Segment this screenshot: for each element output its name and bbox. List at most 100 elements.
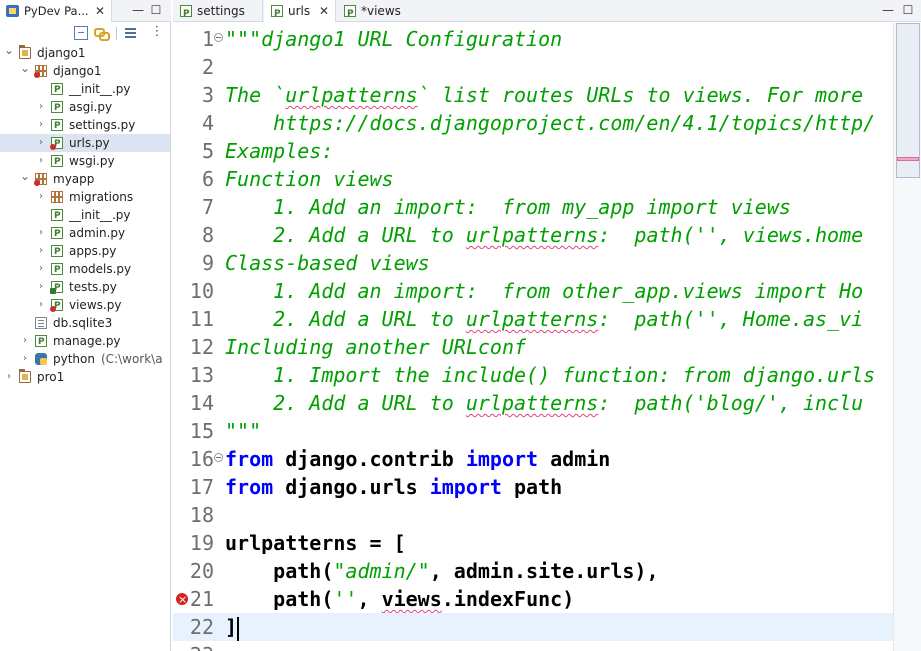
code-line[interactable]: 21 path('', views.indexFunc): [173, 585, 893, 614]
tree-item[interactable]: › views.py: [0, 296, 170, 315]
tree-item[interactable]: › urls.py: [0, 134, 170, 153]
chevron-right-icon[interactable]: ›: [20, 350, 30, 368]
code-line[interactable]: 15 """: [173, 417, 893, 445]
tree-item[interactable]: › apps.py: [0, 242, 170, 261]
chevron-right-icon[interactable]: ›: [36, 134, 46, 152]
code-line[interactable]: 18: [173, 501, 893, 529]
docstring-text: Class-based views: [225, 251, 430, 275]
code-line[interactable]: 13 1. Import the include() function: fro…: [173, 361, 893, 389]
line-number: 8: [201, 223, 214, 247]
keyword: import: [465, 447, 539, 471]
code-line[interactable]: 8 2. Add a URL to urlpatterns: path('', …: [173, 221, 893, 249]
filter-icon[interactable]: [124, 26, 138, 40]
close-icon[interactable]: ✕: [319, 0, 329, 22]
code-line[interactable]: 17 from django.urls import path: [173, 473, 893, 501]
code-line[interactable]: 10 1. Add an import: from other_app.view…: [173, 277, 893, 305]
code-editor[interactable]: 1 """django1 URL Configuration 2 3 The `urlp…: [173, 23, 921, 651]
code-line[interactable]: 23: [173, 641, 893, 651]
chevron-down-icon[interactable]: ⌄: [4, 41, 14, 59]
tree-item[interactable]: › pro1: [0, 368, 170, 386]
chevron-down-icon[interactable]: ⌄: [20, 167, 30, 185]
tree-item-text: migrations: [69, 190, 134, 204]
tree-item[interactable]: › asgi.py: [0, 98, 170, 117]
tree-item-label: pro1: [37, 368, 64, 386]
code-text: 1. Import the include() function: from d…: [225, 361, 875, 389]
code-line[interactable]: 2: [173, 53, 893, 81]
code-line[interactable]: 16 from django.contrib import admin: [173, 445, 893, 473]
package-icon: [51, 191, 63, 203]
tab-label: settings: [197, 4, 245, 18]
code-line[interactable]: 5 Examples:: [173, 137, 893, 165]
tree-item-label: urls.py: [69, 134, 110, 152]
chevron-right-icon[interactable]: ›: [36, 260, 46, 278]
overview-ruler[interactable]: [893, 23, 921, 651]
tree-item[interactable]: ⌄ django1: [0, 59, 170, 80]
tree-item[interactable]: › manage.py: [0, 332, 170, 351]
line-number: 17: [189, 475, 214, 499]
tree-item[interactable]: › python (C:\work\a: [0, 350, 170, 368]
error-icon[interactable]: [176, 586, 188, 614]
chevron-right-icon[interactable]: ›: [36, 98, 46, 116]
code-line[interactable]: 19 urlpatterns = [: [173, 529, 893, 557]
tree-item[interactable]: ⌄ myapp: [0, 167, 170, 188]
python-file-icon: [51, 117, 63, 135]
tab-urls[interactable]: urls ✕: [264, 0, 336, 25]
code-line[interactable]: 14 2. Add a URL to urlpatterns: path('bl…: [173, 389, 893, 417]
code-line[interactable]: 12 Including another URLconf: [173, 333, 893, 361]
code-line[interactable]: 9 Class-based views: [173, 249, 893, 277]
tree-item[interactable]: › admin.py: [0, 224, 170, 243]
minimize-icon[interactable]: —: [881, 3, 895, 17]
tree-item-label: settings.py: [69, 116, 135, 134]
collapse-all-icon[interactable]: [74, 26, 88, 40]
chevron-right-icon[interactable]: ›: [36, 188, 46, 206]
chevron-right-icon[interactable]: ›: [36, 224, 46, 242]
code-line[interactable]: 6 Function views: [173, 165, 893, 193]
fold-collapse-icon[interactable]: [214, 33, 223, 42]
python-file-icon: [35, 333, 47, 351]
keyword: from: [225, 447, 274, 471]
chevron-right-icon[interactable]: ›: [36, 242, 46, 260]
fold-collapse-icon[interactable]: [214, 453, 223, 462]
chevron-down-icon[interactable]: ⌄: [20, 59, 30, 77]
tree-item[interactable]: › migrations: [0, 188, 170, 206]
minimize-icon[interactable]: —: [131, 3, 145, 17]
link-with-editor-icon[interactable]: [94, 26, 110, 41]
chevron-right-icon[interactable]: ›: [36, 116, 46, 134]
code-line[interactable]: 20 path("admin/", admin.site.urls),: [173, 557, 893, 585]
tree-item[interactable]: › tests.py: [0, 278, 170, 297]
chevron-right-icon[interactable]: ›: [36, 152, 46, 170]
chevron-right-icon[interactable]: ›: [36, 278, 46, 296]
code-line[interactable]: 4 https://docs.djangoproject.com/en/4.1/…: [173, 109, 893, 137]
code-text: Class-based views: [225, 249, 430, 277]
python-file-icon: [51, 99, 63, 117]
python-file-icon: [344, 3, 356, 25]
python-file-icon: [50, 279, 63, 297]
tree-item[interactable]: › models.py: [0, 260, 170, 279]
tab-pydev-package-explorer[interactable]: PyDev Pa... ✕: [0, 0, 112, 22]
chevron-right-icon[interactable]: ›: [20, 332, 30, 350]
tree-item-text: pro1: [37, 370, 65, 384]
chevron-right-icon[interactable]: ›: [4, 368, 14, 386]
python-file-icon: [51, 81, 63, 99]
maximize-icon[interactable]: ☐: [901, 3, 915, 17]
code-token: ,: [357, 587, 382, 611]
tab-settings[interactable]: settings: [173, 0, 263, 25]
error-marker[interactable]: [897, 157, 919, 161]
close-icon[interactable]: ✕: [95, 0, 105, 22]
code-text: 2. Add a URL to urlpatterns: path('', vi…: [225, 221, 863, 249]
code-line[interactable]: 22]: [173, 613, 893, 641]
code-line[interactable]: 1 """django1 URL Configuration: [173, 25, 893, 53]
tab-views[interactable]: *views: [337, 0, 417, 25]
code-line[interactable]: 11 2. Add a URL to urlpatterns: path('',…: [173, 305, 893, 333]
tree-item[interactable]: › settings.py: [0, 116, 170, 135]
code-line[interactable]: 7 1. Add an import: from my_app import v…: [173, 193, 893, 221]
python-file-icon: [51, 207, 63, 225]
scroll-thumb[interactable]: [896, 23, 920, 178]
code-line[interactable]: 3 The `urlpatterns` list routes URLs to v…: [173, 81, 893, 109]
tree-item[interactable]: __init__.py: [0, 206, 170, 225]
maximize-icon[interactable]: ☐: [149, 3, 163, 17]
view-menu-icon[interactable]: ⋮: [150, 25, 164, 40]
tree-item[interactable]: __init__.py: [0, 80, 170, 99]
chevron-right-icon[interactable]: ›: [36, 296, 46, 314]
tree-item[interactable]: db.sqlite3: [0, 314, 170, 332]
